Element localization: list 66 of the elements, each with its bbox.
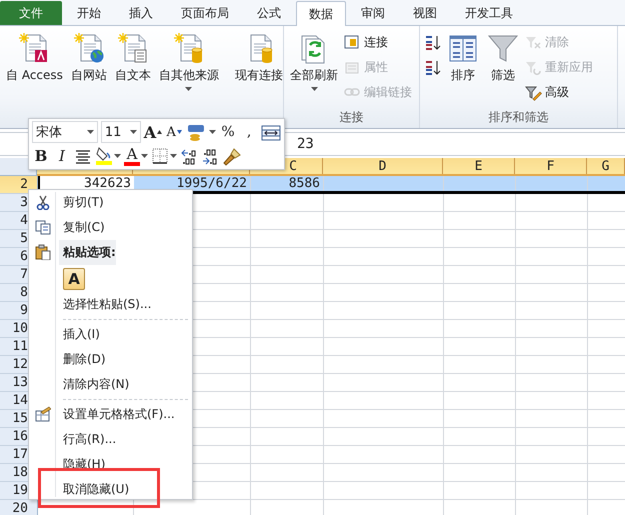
paintbrush-icon — [222, 146, 242, 166]
ribbon-tab[interactable]: 视图 — [400, 1, 450, 25]
ribbon-button[interactable]: 自其他来源 — [156, 30, 221, 91]
column-header[interactable]: D — [378, 158, 386, 174]
font-size-field[interactable]: 11 — [100, 121, 141, 143]
number-format-button[interactable]: % — [219, 122, 238, 142]
filter-refresh-icon — [525, 59, 542, 76]
ribbon-tab[interactable]: 审阅 — [348, 1, 398, 25]
money-button[interactable] — [186, 122, 216, 142]
formula-text: 23 — [297, 136, 314, 152]
shrink-font-button[interactable]: A — [165, 122, 184, 142]
filter-clear-icon — [525, 34, 542, 51]
clipboard-icon — [35, 244, 51, 260]
table-cell: 8586 — [288, 176, 320, 191]
increase-decimal-icon — [180, 146, 198, 166]
borders-button[interactable] — [151, 146, 177, 166]
borders-icon — [151, 146, 169, 166]
menu-section-header: 粘贴选项: — [59, 240, 116, 265]
ribbon-button[interactable]: 高级 — [525, 82, 593, 103]
table-cell: 1995/6/22 — [176, 176, 247, 191]
scissors-icon — [35, 194, 51, 210]
ribbon-button[interactable]: 自文本 — [112, 30, 153, 84]
row-header[interactable]: 2 — [0, 176, 37, 194]
copy-icon — [35, 219, 51, 235]
number-format-button[interactable]: , — [240, 122, 258, 142]
ribbon-button[interactable]: 自 Access — [4, 30, 65, 84]
globe-document-icon — [72, 32, 105, 64]
font-color-button[interactable]: A — [124, 146, 148, 166]
ribbon-tab[interactable]: 插入 — [116, 1, 166, 25]
group-label: 连接 — [340, 110, 364, 124]
ribbon-button[interactable]: 现有连接 — [232, 30, 285, 84]
database-document-icon — [172, 32, 205, 64]
filter-pencil-icon — [525, 84, 542, 101]
ribbon-tab[interactable]: 页面布局 — [168, 1, 242, 25]
ribbon-button[interactable]: 排序 — [445, 30, 481, 84]
decrease-decimal-icon — [201, 146, 219, 166]
ribbon-tab[interactable]: 开发工具 — [452, 1, 526, 25]
ribbon-tab[interactable]: 开始 — [64, 1, 114, 25]
file-tab[interactable]: 文件 — [0, 1, 62, 25]
ribbon-button[interactable]: 连接 — [344, 32, 412, 53]
ribbon-button[interactable]: 自网站 — [68, 30, 109, 84]
connection-icon — [344, 34, 361, 51]
ribbon-button[interactable]: 全部刷新 — [288, 30, 340, 91]
italic-button[interactable]: I — [53, 146, 71, 166]
merge-center-icon — [261, 122, 282, 142]
triangle-up-icon — [157, 130, 162, 134]
ribbon-tab[interactable]: 数据 — [296, 1, 346, 26]
paint-bucket-icon — [95, 147, 113, 161]
fill-color-button[interactable] — [95, 146, 121, 166]
ribbon-button[interactable]: 筛选 — [485, 30, 521, 84]
column-header[interactable]: E — [474, 158, 482, 174]
paste-option-button[interactable]: A — [63, 268, 85, 290]
grow-font-button[interactable]: A — [144, 122, 162, 142]
text-document-icon — [116, 32, 149, 64]
paintbrush-button[interactable] — [222, 146, 242, 166]
column-header[interactable]: C — [289, 158, 297, 174]
column-header[interactable]: F — [546, 158, 554, 174]
format-cells-icon — [35, 406, 51, 422]
bold-button[interactable]: B — [32, 146, 50, 166]
sort-descending-icon — [424, 59, 441, 76]
column-header[interactable]: G — [602, 158, 610, 174]
font-name-field[interactable]: 宋体 — [32, 121, 98, 143]
ribbon-tab[interactable]: 公式 — [244, 1, 294, 25]
triangle-down-icon — [176, 130, 182, 134]
group-label: 排序和筛选 — [488, 110, 548, 124]
sort-ascending-icon — [424, 34, 441, 51]
